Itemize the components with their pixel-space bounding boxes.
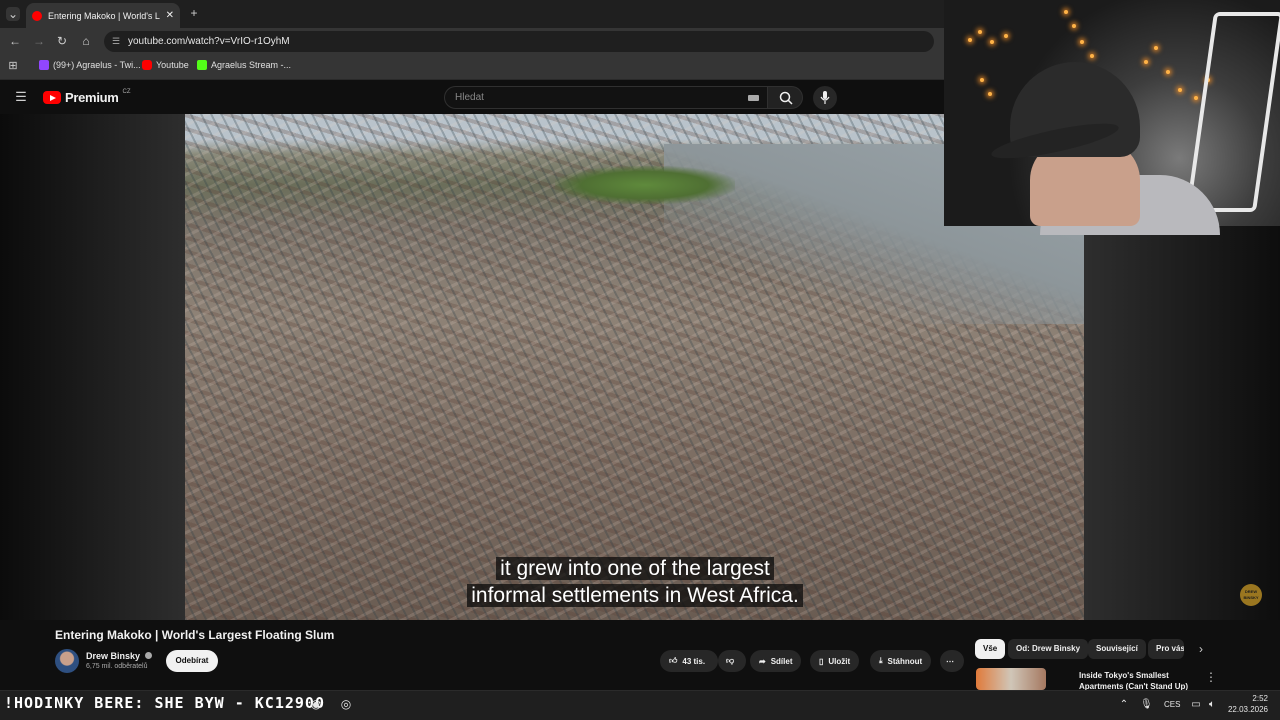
bookmark-twitch[interactable]: (99+) Agraelus - Twi... (39, 60, 141, 70)
green-field (555, 166, 735, 204)
twitch-icon (39, 60, 49, 70)
logo-region: CZ (122, 88, 131, 95)
youtube-play-icon (43, 91, 61, 104)
site-info-icon[interactable]: ☰ (112, 31, 120, 52)
url-text: youtube.com/watch?v=VrIO-r1OyhM (128, 36, 290, 47)
back-icon[interactable]: ← (8, 34, 22, 48)
bookmark-stream[interactable]: Agraelus Stream -... (197, 60, 291, 70)
channel-watermark-logo[interactable]: DREW BINSKY (1240, 584, 1262, 606)
youtube-logo[interactable]: Premium CZ (43, 88, 131, 105)
suggestion-title[interactable]: Inside Tokyo's Smallest Apartments (Can'… (1079, 670, 1189, 690)
watermark-text: DREW BINSKY (1243, 589, 1259, 600)
close-tab-icon[interactable]: ✕ (166, 10, 174, 21)
microphone-icon[interactable]: 🎙︎ (1140, 699, 1153, 711)
apps-grid-icon[interactable]: ⊞ (6, 59, 20, 73)
save-button[interactable]: ▯ Uložit (810, 650, 860, 672)
share-label: Sdílet (770, 656, 793, 666)
chip-for-you[interactable]: Pro vás (1148, 639, 1184, 659)
keyboard-icon[interactable] (748, 95, 759, 101)
microphone-icon (820, 91, 830, 104)
search-icon (779, 91, 793, 105)
url-field[interactable]: ☰ youtube.com/watch?v=VrIO-r1OyhM (104, 31, 934, 52)
video-captions: it grew into one of the largest informal… (452, 555, 818, 609)
clock-time: 2:52 (1252, 694, 1268, 703)
forward-icon[interactable]: → (32, 34, 46, 48)
thumbs-down-icon: 👎︎ (726, 656, 735, 665)
channel-name-text: Drew Binsky (86, 651, 141, 661)
network-icon[interactable]: ▭ (1190, 699, 1202, 711)
ambient-left (0, 114, 186, 620)
clock-date: 22.03.2026 (1227, 705, 1268, 714)
download-label: Stáhnout (887, 656, 923, 666)
like-button[interactable]: 👍︎ 43 tis. (660, 650, 718, 672)
share-button[interactable]: ➦ Sdílet (750, 650, 802, 672)
bookmark-label: (99+) Agraelus - Twi... (53, 60, 141, 70)
verified-icon (144, 652, 152, 659)
thumbs-up-icon: 👍︎ (669, 656, 678, 665)
logo-text: Premium (65, 90, 119, 105)
youtube-header: ☰ Premium CZ Hledat (0, 81, 944, 114)
chip-all[interactable]: Vše (975, 639, 1006, 659)
obs-icon[interactable]: ◎ (340, 698, 352, 710)
more-vertical-icon[interactable]: ⋮ (1204, 670, 1218, 684)
menu-icon[interactable]: ☰ (14, 90, 28, 104)
caption-line: informal settlements in West Africa. (467, 584, 803, 607)
share-icon: ➦ (759, 656, 766, 666)
tab-list-icon[interactable]: ⌄ (6, 7, 20, 21)
new-tab-icon[interactable]: + (187, 6, 201, 20)
language-indicator[interactable]: CES (1164, 700, 1180, 709)
bookmark-icon: ▯ (819, 656, 824, 666)
chip-related[interactable]: Související (1088, 639, 1146, 659)
ambient-right (1084, 226, 1280, 620)
youtube-favicon-icon (32, 10, 42, 21)
chevron-up-icon[interactable]: ⌃ (1118, 699, 1130, 711)
download-button[interactable]: ⤓ Stáhnout (870, 650, 932, 672)
search-placeholder: Hledat (455, 92, 484, 103)
browser-tab-active[interactable]: Entering Makoko | World's Largest Floati… (26, 3, 180, 28)
subscriber-count: 6,75 mil. odběratelů (86, 663, 148, 670)
channel-name[interactable]: Drew Binsky (86, 651, 152, 661)
tab-title: Entering Makoko | World's Largest Floati… (48, 10, 160, 21)
save-label: Uložit (828, 656, 851, 666)
search-button[interactable] (767, 86, 803, 109)
browser-tab-bar: ⌄ Entering Makoko | World's Largest Floa… (0, 0, 944, 28)
steam-icon[interactable]: ◉ (310, 698, 322, 710)
address-bar-row: ← → ↻ ⌂ ☰ youtube.com/watch?v=VrIO-r1Oyh… (0, 28, 944, 54)
more-actions-button[interactable]: ⋯ (940, 650, 964, 672)
search-input[interactable]: Hledat (444, 86, 768, 109)
kick-icon (197, 60, 207, 70)
video-title: Entering Makoko | World's Largest Floati… (55, 628, 335, 642)
volume-icon[interactable]: 🔈︎ (1206, 699, 1218, 711)
like-count: 43 tis. (682, 656, 706, 666)
chevron-right-icon[interactable]: › (1194, 642, 1208, 656)
chip-from-channel[interactable]: Od: Drew Binsky (1008, 639, 1089, 659)
youtube-icon (142, 60, 152, 70)
dislike-button[interactable]: 👎︎ (718, 650, 746, 672)
clock[interactable]: 2:52 22.03.2026 (1226, 693, 1268, 715)
voice-search-button[interactable] (813, 86, 837, 110)
avatar[interactable] (55, 649, 79, 673)
bookmarks-bar: ⊞ (99+) Agraelus - Twi... Youtube Agrael… (0, 54, 944, 80)
bookmark-label: Youtube (156, 60, 189, 70)
home-icon[interactable]: ⌂ (79, 34, 93, 48)
bookmark-label: Agraelus Stream -... (211, 60, 292, 70)
download-icon: ⤓ (879, 656, 883, 665)
stream-ticker: !HODINKY BERE: SHE BYW - KC12900 (4, 694, 325, 712)
suggestion-thumbnail[interactable] (976, 668, 1046, 690)
reload-icon[interactable]: ↻ (55, 34, 69, 48)
more-horizontal-icon: ⋯ (946, 656, 954, 666)
caption-line: it grew into one of the largest (496, 557, 774, 580)
bookmark-youtube[interactable]: Youtube (142, 60, 189, 70)
subscribe-button[interactable]: Odebírat (166, 650, 218, 672)
